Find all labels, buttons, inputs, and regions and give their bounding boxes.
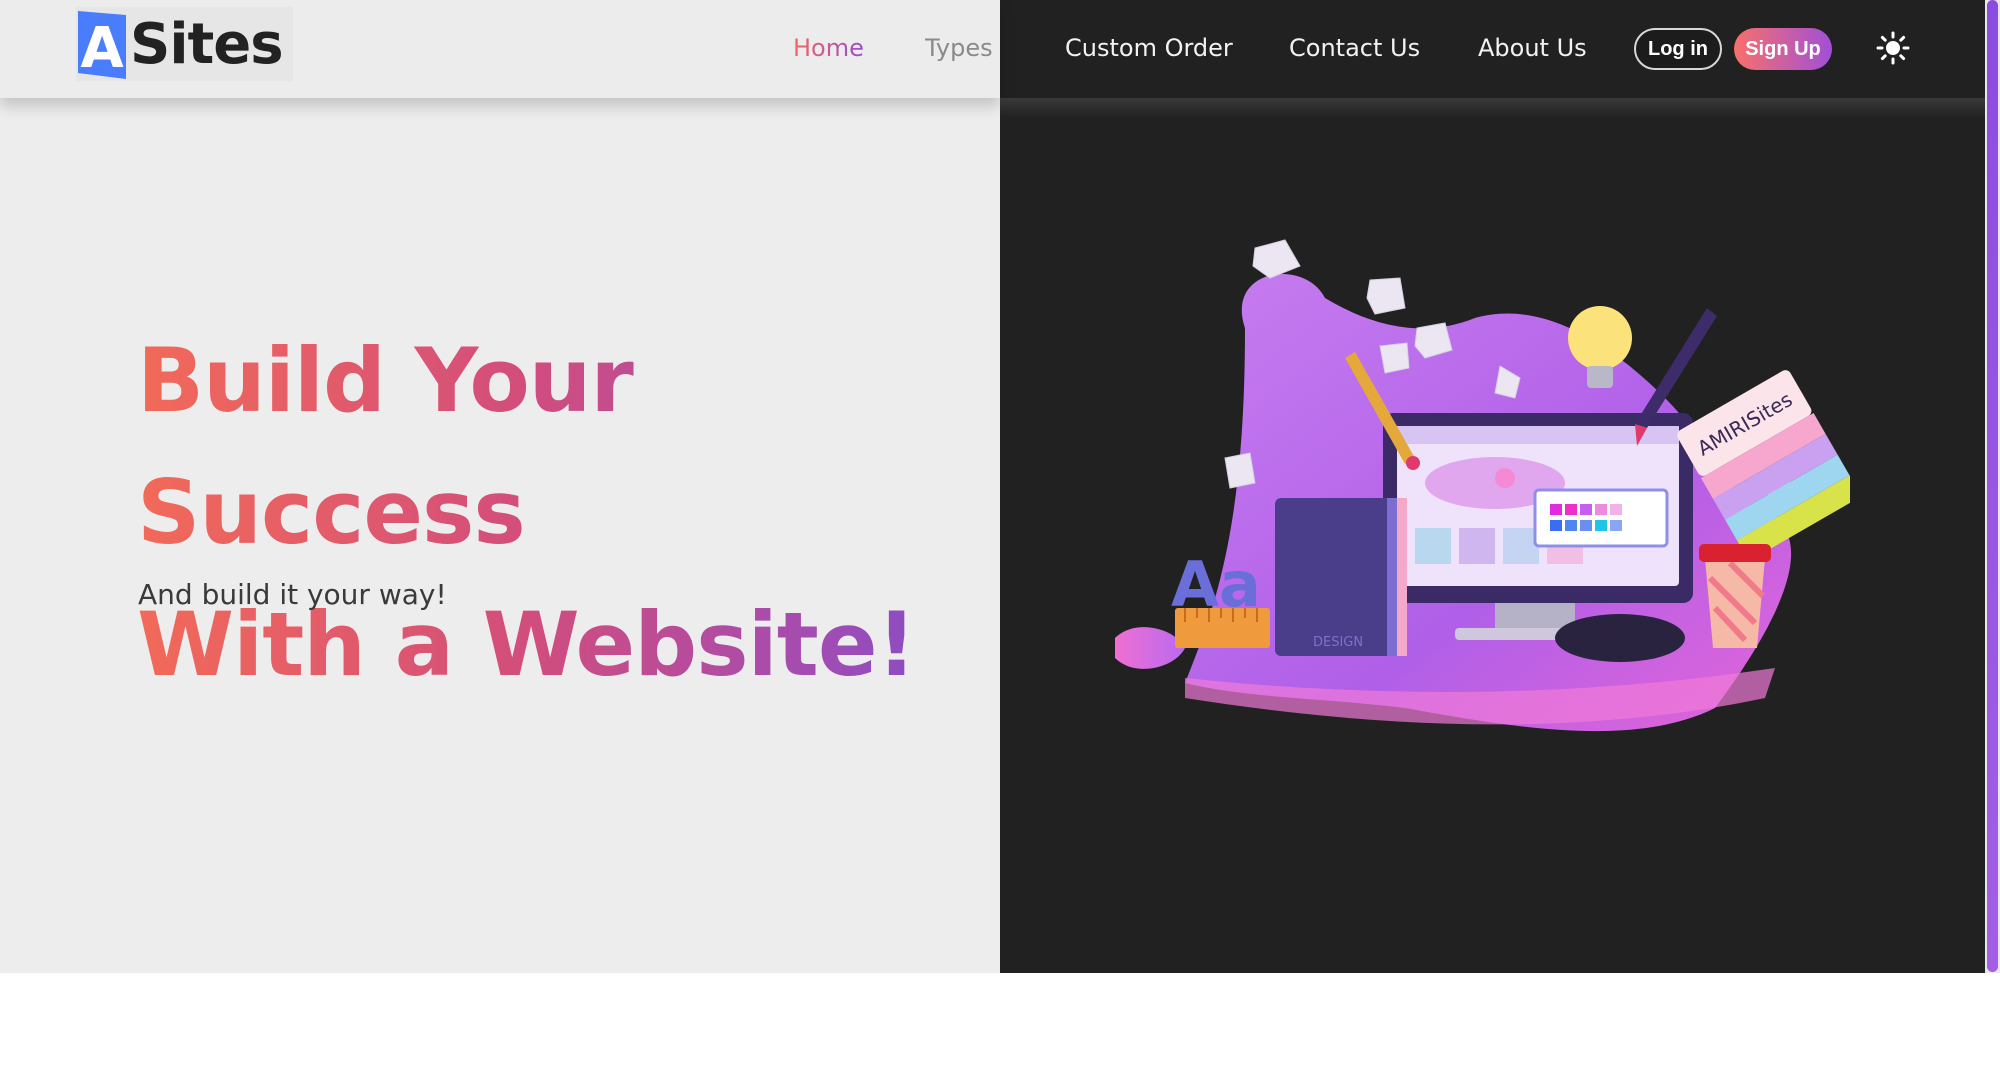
nav-contact-us-link[interactable]: Contact Us (1289, 30, 1420, 66)
hero-subtitle: And build it your way! (138, 578, 447, 611)
svg-text:DESIGN: DESIGN (1313, 635, 1363, 650)
page-scrollbar[interactable] (1985, 0, 2000, 973)
nav-about-us-link[interactable]: About Us (1478, 30, 1587, 66)
navbar-shadow (1000, 98, 1985, 118)
signup-button[interactable]: Sign Up (1734, 28, 1832, 70)
svg-text:A: A (80, 16, 124, 79)
site-logo[interactable]: A Sites (76, 7, 293, 81)
hero-title-line-1: Build Your Success (137, 329, 633, 564)
nav-types-link[interactable]: Types (925, 30, 1005, 66)
hero-illustration: AMIRISites DESIGN Aa (1075, 228, 1862, 738)
logo-a-icon: A (76, 9, 128, 79)
top-navbar: A Sites Home Types Custom Order Contact … (0, 0, 1985, 118)
page-footer-area (0, 973, 2000, 1080)
scrollbar-thumb[interactable] (1987, 0, 1998, 972)
login-button[interactable]: Log in (1634, 28, 1722, 70)
hero-title: Build Your Success With a Website! (137, 315, 997, 711)
nav-home-link[interactable]: Home (793, 30, 864, 66)
sun-icon[interactable] (1876, 31, 1910, 65)
logo-text: Sites (130, 11, 284, 77)
svg-text:Aa: Aa (1171, 548, 1261, 621)
nav-custom-order-link[interactable]: Custom Order (1065, 30, 1233, 66)
